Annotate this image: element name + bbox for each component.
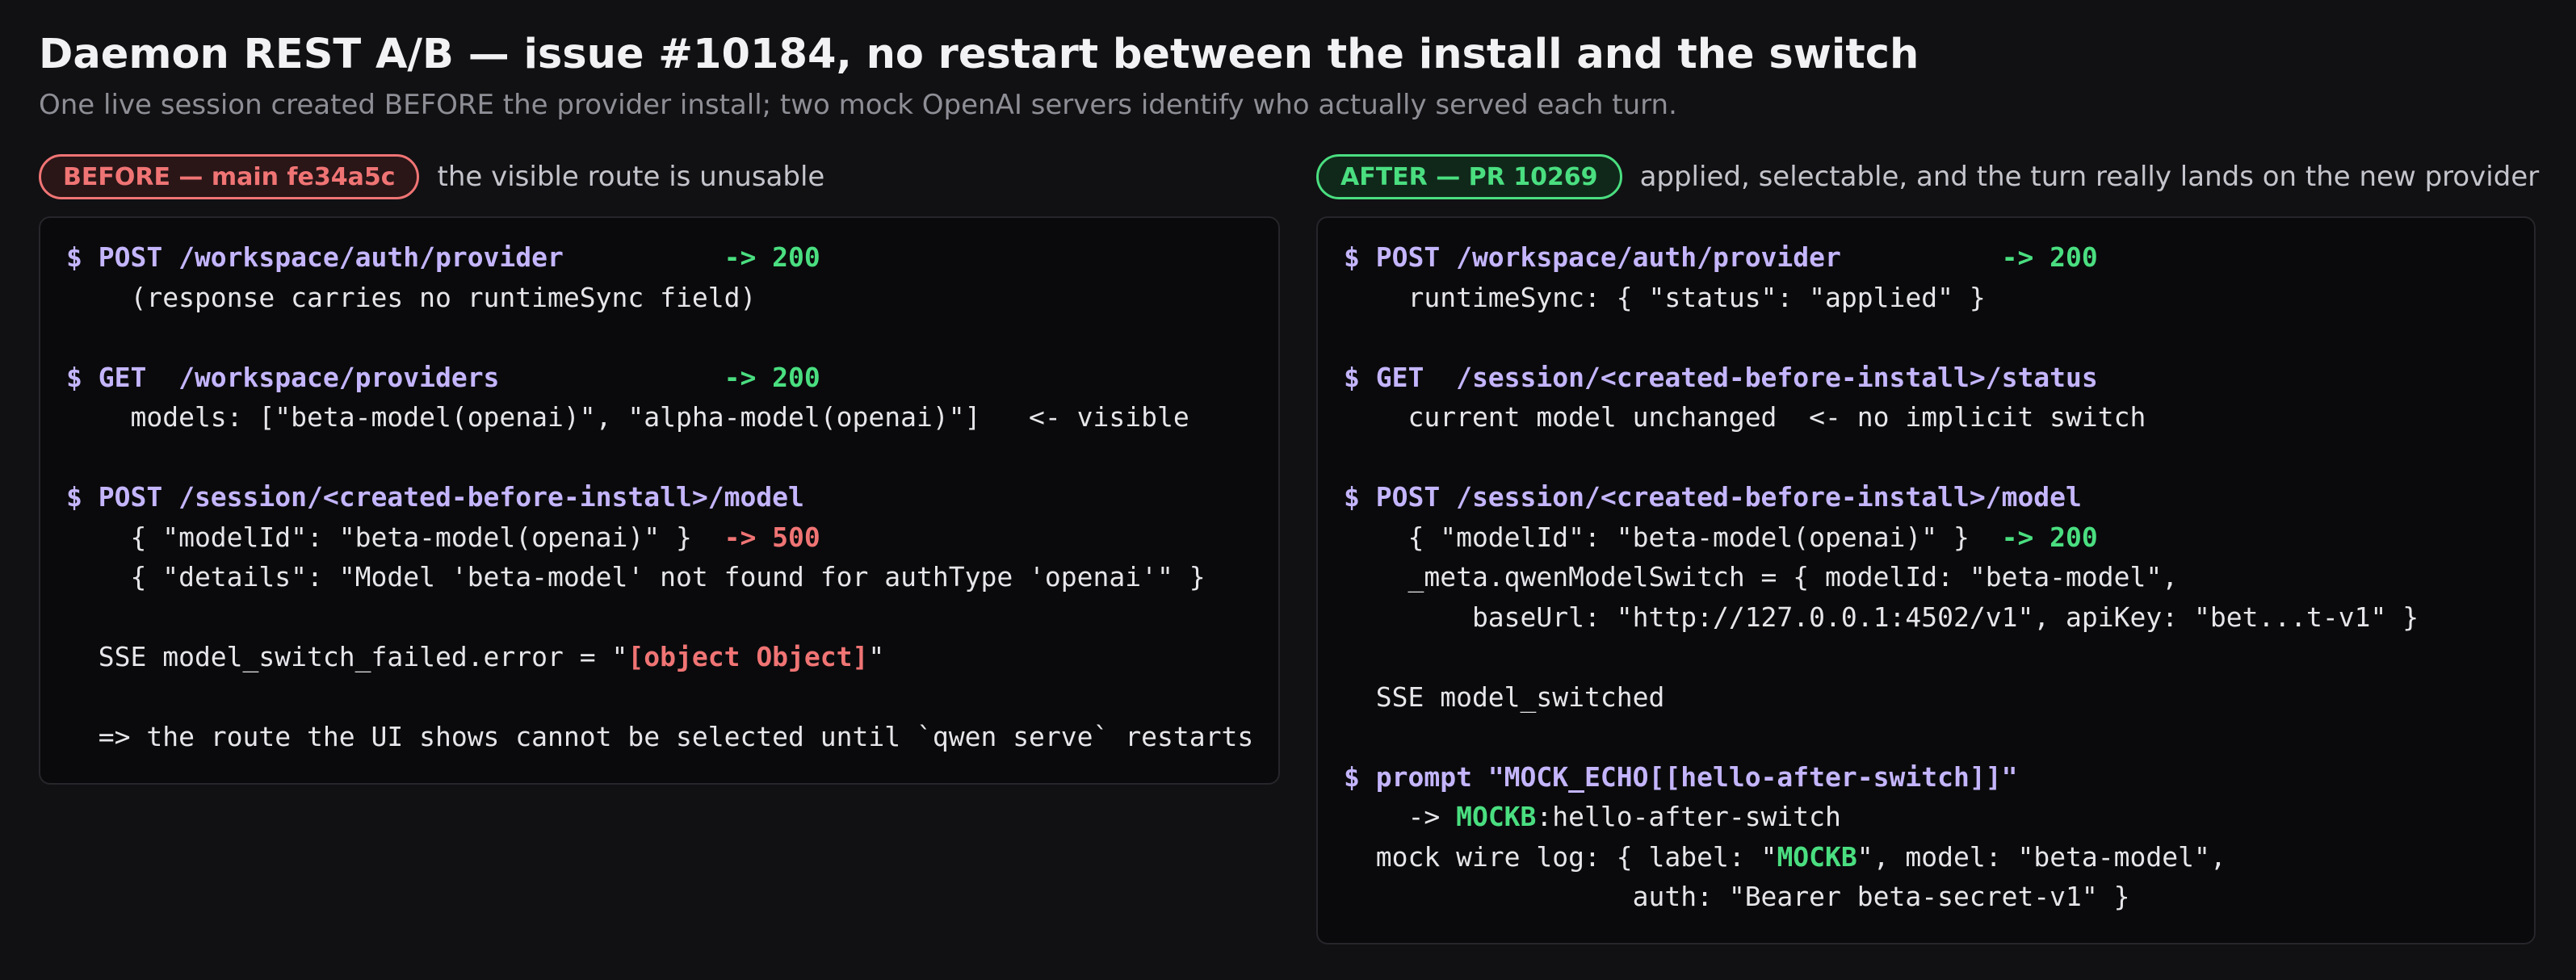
terminal-line: => the route the UI shows cannot be sele… (66, 717, 1254, 757)
after-caption: applied, selectable, and the turn really… (1639, 161, 2540, 193)
terminal-text: $ POST /workspace/auth/provider (66, 241, 724, 273)
terminal-line: { "modelId": "beta-model(openai)" } -> 2… (1344, 517, 2508, 558)
terminal-text: current model unchanged <- no implicit s… (1344, 401, 2146, 433)
terminal-text: $ GET /session/<created-before-install>/… (1344, 361, 2098, 393)
terminal-line: SSE model_switched (1344, 677, 2508, 718)
terminal-line: baseUrl: "http://127.0.0.1:4502/v1", api… (1344, 597, 2508, 638)
terminal-line: -> MOCKB:hello-after-switch (1344, 797, 2508, 837)
terminal-text: -> 200 (2001, 521, 2098, 553)
terminal-text: _meta.qwenModelSwitch = { modelId: "beta… (1344, 561, 2179, 593)
terminal-text: runtimeSync: { "status": "applied" } (1344, 281, 1986, 313)
before-terminal-panel: $ POST /workspace/auth/provider -> 200 (… (39, 216, 1280, 785)
terminal-line: $ GET /session/<created-before-install>/… (1344, 358, 2508, 398)
terminal-line: runtimeSync: { "status": "applied" } (1344, 278, 2508, 318)
terminal-line: models: ["beta-model(openai)", "alpha-mo… (66, 397, 1252, 438)
terminal-text: -> 200 (724, 361, 820, 393)
terminal-line: $ GET /workspace/providers -> 200 (66, 358, 1252, 398)
terminal-text: -> 200 (2001, 241, 2098, 273)
terminal-text: mock wire log: { label: " (1344, 840, 1777, 873)
terminal-text: models: ["beta-model(openai)", "alpha-mo… (66, 401, 1189, 433)
terminal-text: { "modelId": "beta-model(openai)" } (66, 521, 724, 553)
terminal-line: $ prompt "MOCK_ECHO[[hello-after-switch]… (1344, 757, 2508, 798)
terminal-text: MOCKB (1777, 840, 1857, 873)
terminal-line: $ POST /workspace/auth/provider -> 200 (66, 237, 1252, 278)
terminal-line: { "modelId": "beta-model(openai)" } -> 5… (66, 517, 1252, 558)
page-subtitle: One live session created BEFORE the prov… (39, 89, 1677, 121)
terminal-line: $ POST /session/<created-before-install>… (1344, 477, 2508, 517)
terminal-text: -> 200 (724, 241, 820, 273)
terminal-text: { "modelId": "beta-model(openai)" } (1344, 521, 2002, 553)
terminal-text: -> (1344, 801, 1457, 832)
terminal-text: " (868, 641, 885, 672)
terminal-text: (response carries no runtimeSync field) (66, 281, 757, 313)
terminal-text: { "details": "Model 'beta-model' not fou… (66, 561, 1206, 593)
terminal-text: $ prompt "MOCK_ECHO[[hello-after-switch]… (1344, 760, 2018, 793)
terminal-line: (response carries no runtimeSync field) (66, 278, 1252, 318)
before-caption: the visible route is unusable (437, 161, 825, 193)
terminal-line: mock wire log: { label: "MOCKB", model: … (1344, 837, 2508, 877)
terminal-text: :hello-after-switch (1536, 801, 1841, 832)
terminal-line: auth: "Bearer beta-secret-v1" } (1344, 877, 2508, 917)
before-badge: BEFORE — main fe34a5c (39, 154, 420, 199)
terminal-text: $ GET /workspace/providers (66, 361, 724, 393)
terminal-text: $ POST /workspace/auth/provider (1344, 241, 2002, 273)
terminal-text: => the route the UI shows cannot be sele… (66, 721, 1254, 752)
terminal-text: ", model: "beta-model", (1856, 840, 2226, 873)
terminal-text: SSE model_switch_failed.error = " (66, 641, 628, 672)
terminal-text: [object Object] (627, 641, 869, 672)
after-badge: AFTER — PR 10269 (1316, 154, 1622, 199)
terminal-text: MOCKB (1456, 801, 1537, 832)
terminal-line: current model unchanged <- no implicit s… (1344, 397, 2508, 438)
terminal-text: SSE model_switched (1344, 681, 1665, 713)
before-header: BEFORE — main fe34a5c the visible route … (39, 154, 824, 199)
terminal-text: $ POST /session/<created-before-install>… (1344, 481, 2082, 513)
after-terminal-panel: $ POST /workspace/auth/provider -> 200 r… (1316, 216, 2536, 944)
terminal-line: $ POST /session/<created-before-install>… (66, 477, 1252, 517)
after-header: AFTER — PR 10269 applied, selectable, an… (1316, 154, 2539, 199)
page-title: Daemon REST A/B — issue #10184, no resta… (39, 31, 1919, 78)
terminal-line: { "details": "Model 'beta-model' not fou… (66, 557, 1252, 597)
terminal-text: -> 500 (724, 521, 820, 553)
terminal-text: auth: "Bearer beta-secret-v1" } (1344, 881, 2130, 912)
terminal-text: $ POST /session/<created-before-install>… (66, 481, 804, 513)
terminal-line: _meta.qwenModelSwitch = { modelId: "beta… (1344, 557, 2508, 597)
terminal-text: baseUrl: "http://127.0.0.1:4502/v1", api… (1344, 601, 2419, 633)
terminal-line: $ POST /workspace/auth/provider -> 200 (1344, 237, 2508, 278)
terminal-line: SSE model_switch_failed.error = "[object… (66, 637, 1252, 677)
